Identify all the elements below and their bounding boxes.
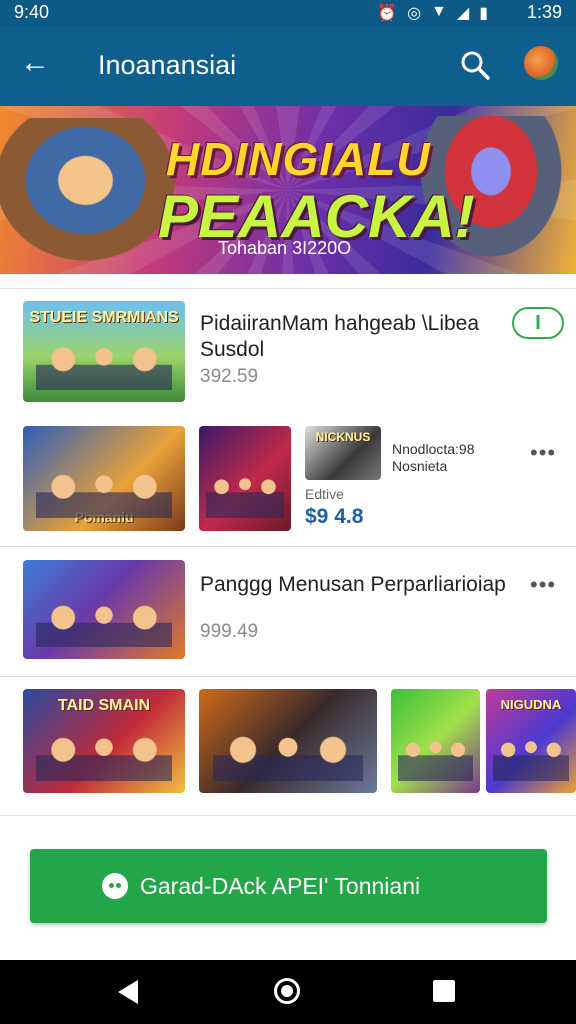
item-price: 392.59: [200, 366, 259, 387]
thumbnail-characters: [398, 728, 473, 781]
install-button[interactable]: I: [512, 307, 564, 339]
thumbnail-characters: [35, 465, 173, 519]
divider: [0, 288, 576, 289]
game-thumbnail[interactable]: NIGUDNA: [486, 689, 576, 793]
search-icon[interactable]: [460, 50, 490, 80]
status-icons: ⏰ ◎ ▼ ◢ ▮: [377, 3, 488, 23]
banner-tagline: Tohaban 3I220O: [218, 238, 352, 258]
item-title[interactable]: Nnodlocta:98: [392, 441, 475, 458]
signal-icon: ◢: [456, 5, 470, 22]
item-price: $9 4.8: [305, 505, 364, 528]
game-thumbnail[interactable]: [23, 560, 185, 659]
item-label: Edtive: [305, 486, 344, 502]
alarm-icon: ⏰: [377, 5, 398, 22]
item-title[interactable]: Panggg Menusan Perparliarioiap: [200, 573, 506, 597]
status-clock: 1:39: [526, 2, 562, 22]
vibrate-icon: ◎: [407, 5, 422, 22]
nav-back-icon[interactable]: [118, 980, 138, 1004]
thumbnail-characters: [35, 597, 173, 648]
thumbnail-caption: NICKNUS: [315, 430, 371, 444]
thumbnail-characters: [213, 728, 363, 781]
thumbnail-characters: [493, 728, 569, 781]
banner-headline-1: HDINGIALU: [166, 133, 431, 185]
item-title-line2[interactable]: Susdol: [200, 338, 264, 362]
thumbnail-caption: STUEIE SMRMIANS: [29, 309, 179, 326]
thumbnail-characters: [206, 465, 284, 519]
status-bar: 9:40 ⏰ ◎ ▼ ◢ ▮ 1:39: [0, 0, 576, 26]
promo-banner[interactable]: HDINGIALU PEAACKA! Tohaban 3I220O: [0, 106, 576, 274]
status-time: 9:40: [14, 2, 50, 22]
battery-icon: ▮: [479, 5, 488, 22]
nav-recents-icon[interactable]: [433, 980, 455, 1002]
more-options-icon[interactable]: •••: [530, 572, 556, 598]
chat-icon: [102, 873, 128, 899]
divider: [0, 815, 576, 816]
game-thumbnail[interactable]: [199, 426, 291, 531]
primary-cta-button[interactable]: Garad-DAck APEI' Tonniani: [30, 849, 547, 923]
cta-label: Garad-DAck APEI' Tonniani: [140, 873, 421, 899]
wifi-icon: ▼: [431, 3, 447, 20]
thumbnail-characters: [35, 728, 173, 781]
item-title-line2[interactable]: Nosnieta: [392, 458, 447, 475]
thumbnail-caption: NIGUDNA: [500, 697, 562, 712]
game-thumbnail[interactable]: STUEIE SMRMIANS: [23, 301, 185, 402]
system-nav-bar: [0, 960, 576, 1024]
game-thumbnail[interactable]: [199, 689, 377, 793]
back-arrow-icon[interactable]: ←: [20, 48, 50, 78]
game-thumbnail[interactable]: Pomaniu: [23, 426, 185, 531]
page-title: Inoanansiai: [98, 50, 237, 80]
avatar[interactable]: [524, 46, 558, 80]
game-thumbnail[interactable]: [391, 689, 480, 793]
divider: [0, 546, 576, 547]
divider: [0, 676, 576, 677]
thumbnail-caption: TAID SMAIN: [57, 697, 151, 714]
item-price: 999.49: [200, 621, 259, 642]
game-thumbnail[interactable]: NICKNUS: [305, 426, 381, 480]
more-options-icon[interactable]: •••: [530, 440, 556, 466]
nav-home-icon[interactable]: [274, 978, 300, 1004]
item-title[interactable]: PidaiiranMam hahgeab \Libea: [200, 312, 479, 336]
app-bar: ← Inoanansiai: [0, 26, 576, 106]
game-thumbnail[interactable]: TAID SMAIN: [23, 689, 185, 793]
thumbnail-characters: [35, 339, 173, 390]
